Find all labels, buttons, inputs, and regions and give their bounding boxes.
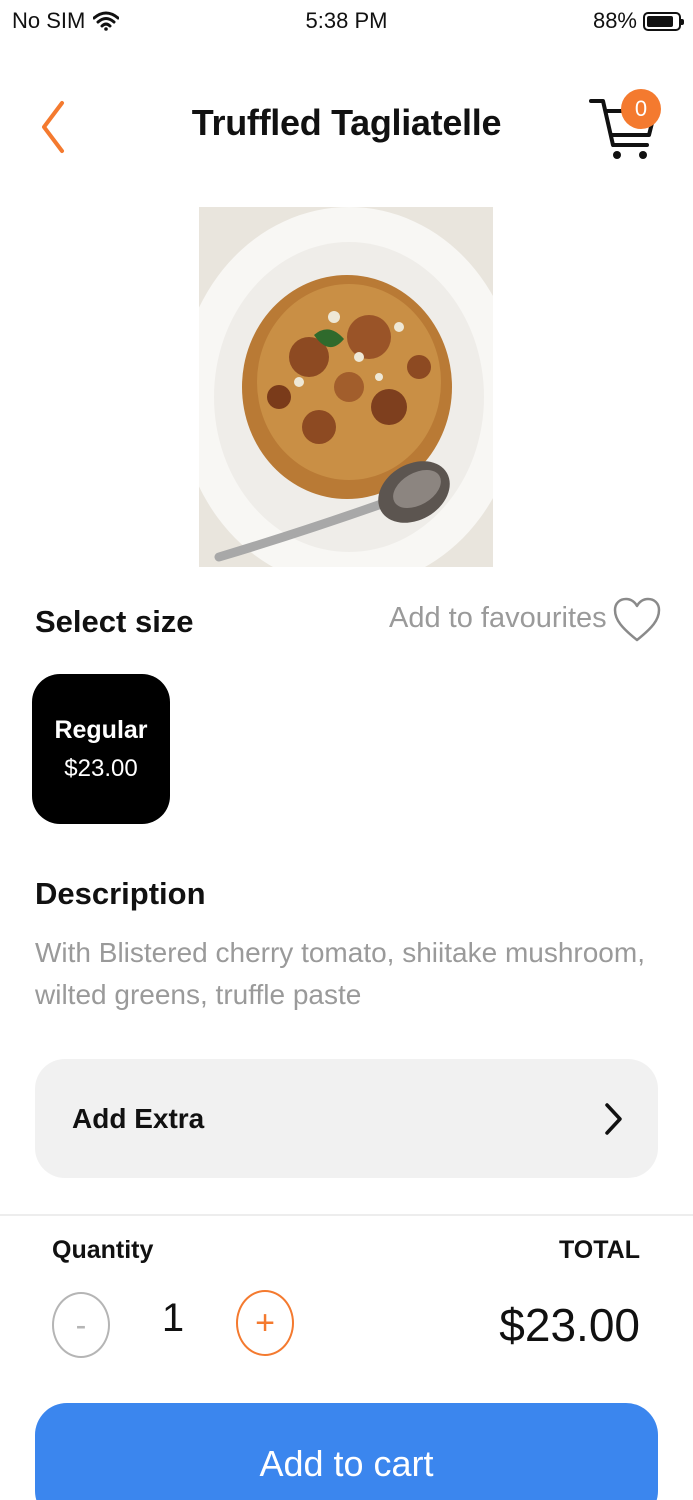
total-label: TOTAL <box>558 1236 640 1264</box>
total-price: $23.00 <box>499 1299 640 1351</box>
nav-header: Truffled Tagliatelle 0 <box>0 80 693 175</box>
chevron-right-icon <box>605 1103 622 1135</box>
size-option-price: $23.00 <box>64 754 138 782</box>
heart-outline-icon[interactable] <box>612 596 662 644</box>
description-text: With Blistered cherry tomato, shiitake m… <box>35 937 645 1010</box>
add-to-cart-button[interactable]: Add to cart <box>35 1403 658 1500</box>
battery-percent: 88% <box>592 8 637 33</box>
select-size-heading: Select size <box>35 604 194 639</box>
clock: 5:38 PM <box>305 8 388 33</box>
increase-quantity-button[interactable]: + <box>236 1290 294 1356</box>
add-to-favourites-label[interactable]: Add to favourites <box>389 602 607 635</box>
battery-icon <box>643 11 684 31</box>
product-image <box>199 207 493 567</box>
quantity-value: 1 <box>161 1296 185 1340</box>
battery-group: 88% <box>592 8 684 34</box>
description-heading: Description <box>35 876 206 911</box>
add-extra-button[interactable]: Add Extra <box>35 1059 658 1178</box>
status-bar: No SIM 5:38 PM 88% <box>0 0 693 44</box>
size-option-name: Regular <box>54 715 148 744</box>
quantity-label: Quantity <box>52 1236 154 1264</box>
add-extra-label: Add Extra <box>72 1103 205 1134</box>
divider <box>0 1214 693 1216</box>
pasta-illustration <box>199 207 493 567</box>
cart-button[interactable]: 0 <box>585 85 665 170</box>
size-option-regular[interactable]: Regular $23.00 <box>32 674 170 824</box>
product-detail-screen: No SIM 5:38 PM 88% Truffled Tagliatelle <box>0 0 693 1500</box>
decrease-quantity-button[interactable]: - <box>52 1292 110 1358</box>
cart-count-badge: 0 <box>621 89 661 129</box>
